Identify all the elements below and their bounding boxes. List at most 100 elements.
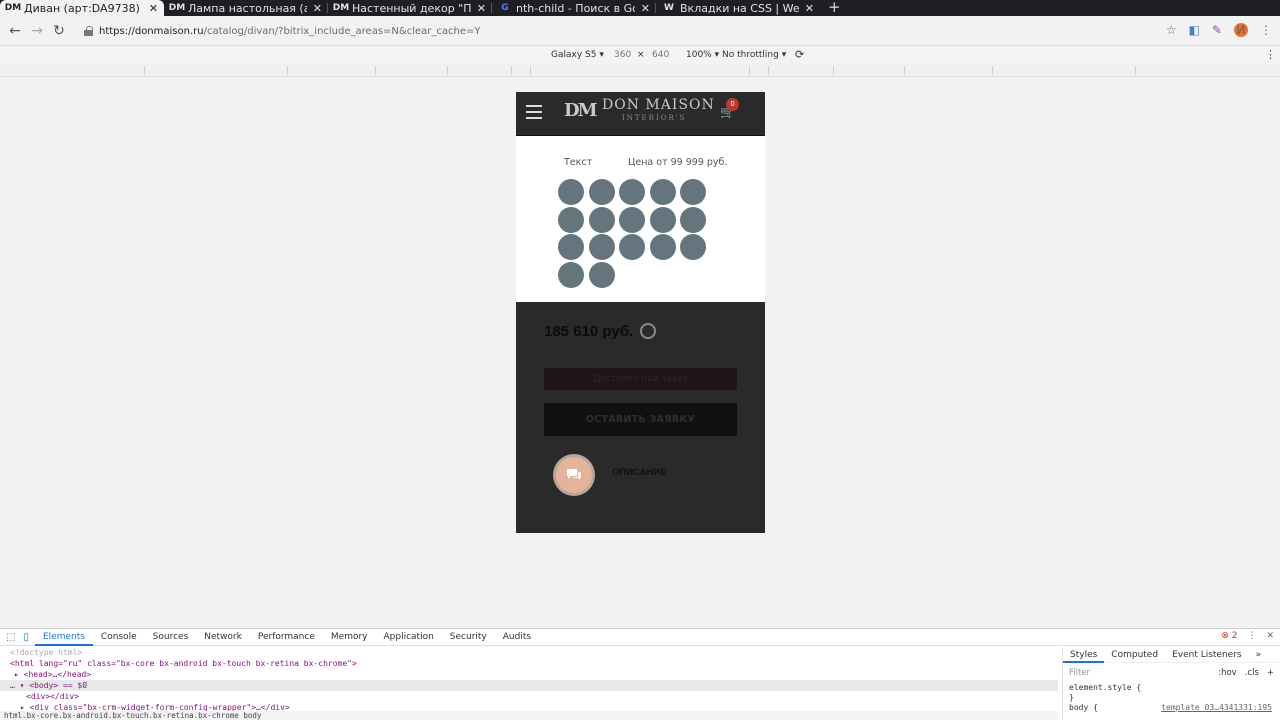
tab-event-listeners[interactable]: Event Listeners: [1165, 650, 1249, 660]
dom-node-body[interactable]: … ▾ <body> == $0: [0, 680, 1058, 691]
height-input[interactable]: 640: [652, 50, 669, 60]
close-icon[interactable]: ✕: [149, 2, 158, 15]
styles-pane: Styles Computed Event Listeners » Filter…: [1062, 647, 1280, 720]
browser-tab[interactable]: G nth-child - Поиск в Google ✕: [492, 0, 656, 16]
color-swatch[interactable]: [558, 261, 584, 288]
color-swatch[interactable]: [588, 234, 615, 260]
url-host: https://donmaison.ru: [99, 25, 204, 37]
dom-breadcrumb[interactable]: html.bx-core.bx-android.bx-touch.bx-reti…: [0, 711, 1058, 720]
color-swatch[interactable]: [680, 179, 706, 205]
extension-icon[interactable]: ◧: [1189, 23, 1200, 37]
logo-mark[interactable]: DM: [564, 100, 598, 126]
url-input[interactable]: https://donmaison.ru/catalog/divan/?bitr…: [78, 19, 1178, 43]
color-swatch[interactable]: [680, 234, 706, 260]
rotate-icon[interactable]: ⟳: [795, 48, 804, 61]
element-style-rule[interactable]: element.style {: [1063, 683, 1280, 693]
bookmark-star-icon[interactable]: ☆: [1166, 23, 1177, 37]
back-arrow-icon[interactable]: ←: [4, 23, 26, 39]
color-swatch[interactable]: [619, 234, 645, 260]
device-toggle-icon[interactable]: ▯: [23, 632, 29, 643]
more-tabs-icon[interactable]: »: [1249, 650, 1269, 660]
device-select[interactable]: Galaxy S5 ▾: [551, 50, 604, 60]
throttling-select[interactable]: No throttling ▾: [722, 50, 786, 60]
browser-menu-icon[interactable]: ⋮: [1260, 23, 1272, 37]
width-input[interactable]: 360: [614, 50, 631, 60]
logo-text[interactable]: DON MAISON: [602, 97, 715, 113]
devtools-menu-icon[interactable]: ⋮: [1247, 631, 1256, 641]
color-swatch[interactable]: [649, 179, 676, 205]
class-toggle[interactable]: .cls: [1245, 668, 1259, 678]
hamburger-menu-icon[interactable]: [526, 105, 542, 119]
address-toolbar: ← → ↻ https://donmaison.ru/catalog/divan…: [0, 16, 1280, 46]
devtools-tools: ⬚ ▯: [0, 632, 35, 643]
tab-memory[interactable]: Memory: [323, 629, 376, 646]
device-name: Galaxy S5: [551, 50, 597, 60]
tab-performance[interactable]: Performance: [250, 629, 323, 646]
tab-network[interactable]: Network: [196, 629, 250, 646]
close-icon[interactable]: ✕: [641, 2, 650, 15]
color-swatch[interactable]: [649, 206, 676, 233]
leave-request-button[interactable]: ОСТАВИТЬ ЗАЯВКУ: [544, 403, 737, 436]
add-rule-button[interactable]: +: [1267, 668, 1274, 678]
browser-tab[interactable]: W Вкладки на CSS | WebRef ✕: [656, 0, 820, 16]
url-text: https://donmaison.ru/catalog/divan/?bitr…: [99, 26, 480, 37]
dom-node-doctype[interactable]: <!doctype html>: [10, 647, 1058, 658]
tab-sources[interactable]: Sources: [145, 629, 197, 646]
dom-node-div[interactable]: <div></div>: [10, 691, 1058, 702]
tab-styles[interactable]: Styles: [1063, 647, 1105, 663]
inspect-element-icon[interactable]: ⬚: [6, 632, 15, 643]
close-icon[interactable]: ✕: [805, 2, 814, 15]
color-swatch[interactable]: [588, 206, 615, 233]
color-swatch[interactable]: [558, 206, 584, 233]
devtools-panel: ⬚ ▯ Elements Console Sources Network Per…: [0, 628, 1280, 720]
div-node-text: <div></div>: [26, 692, 79, 701]
profile-avatar-icon[interactable]: И: [1234, 23, 1248, 37]
close-icon[interactable]: ✕: [313, 2, 322, 15]
site-favicon-icon: DM: [168, 3, 186, 13]
styles-filter-input[interactable]: Filter: [1069, 668, 1090, 678]
tab-title: Вкладки на CSS | WebRef: [680, 1, 799, 15]
tab-security[interactable]: Security: [442, 629, 495, 646]
description-tab[interactable]: ОПИСАНИЕ: [612, 467, 667, 478]
color-swatch[interactable]: [558, 234, 584, 260]
body-node-text: <body> == $0: [29, 681, 88, 690]
error-count: 2: [1231, 631, 1238, 641]
color-swatch[interactable]: [558, 179, 584, 205]
color-swatch[interactable]: [649, 234, 676, 260]
dom-node-html[interactable]: <html lang="ru" class="bx-core bx-androi…: [10, 658, 1058, 669]
color-picker-extension-icon[interactable]: ✎: [1212, 23, 1222, 37]
stylesheet-source-link[interactable]: template_03…4341331:195: [1161, 703, 1272, 713]
close-devtools-icon[interactable]: ✕: [1266, 631, 1274, 641]
close-icon[interactable]: ✕: [477, 2, 486, 15]
rule-close-brace: }: [1069, 693, 1074, 702]
tab-application[interactable]: Application: [376, 629, 442, 646]
filter-options: :hov .cls +: [1218, 668, 1274, 678]
chat-widget-button[interactable]: [553, 454, 595, 496]
forward-arrow-icon[interactable]: →: [26, 23, 48, 39]
tab-console[interactable]: Console: [93, 629, 145, 646]
color-swatch[interactable]: [588, 261, 615, 288]
tab-audits[interactable]: Audits: [495, 629, 539, 646]
site-favicon-icon: DM: [332, 3, 350, 13]
error-count-badge[interactable]: ⊗ 2: [1221, 631, 1237, 641]
tab-elements[interactable]: Elements: [34, 629, 93, 646]
color-swatch[interactable]: [619, 179, 645, 205]
zoom-select[interactable]: 100% ▾: [686, 50, 719, 60]
color-swatch[interactable]: [680, 206, 706, 233]
browser-tab[interactable]: DM Настенный декор "Перо ✕: [328, 0, 492, 16]
color-swatch[interactable]: [588, 179, 615, 205]
device-menu-icon[interactable]: ⋮: [1265, 48, 1276, 61]
reload-icon[interactable]: ↻: [48, 23, 70, 39]
color-swatch[interactable]: [619, 206, 645, 233]
product-price: 185 610 руб.: [544, 323, 634, 340]
tab-title: nth-child - Поиск в Google: [516, 1, 635, 15]
browser-tab[interactable]: DM Диван (арт:DA9738) куп ✕: [0, 0, 164, 16]
url-path: /catalog/divan/?bitrix_include_areas=N&c…: [203, 25, 481, 37]
device-toolbar: Galaxy S5 ▾ 360 × 640 100% ▾ No throttli…: [0, 46, 1280, 64]
new-tab-plus-icon[interactable]: +: [828, 0, 841, 16]
browser-tab[interactable]: DM Лампа настольная (арт: ✕: [164, 0, 328, 16]
dom-node-head[interactable]: ▸ <head>…</head>: [10, 669, 1058, 680]
hover-state-toggle[interactable]: :hov: [1218, 668, 1236, 678]
tab-computed[interactable]: Computed: [1104, 650, 1165, 660]
body-style-rule[interactable]: body {template_03…4341331:195: [1063, 703, 1280, 713]
